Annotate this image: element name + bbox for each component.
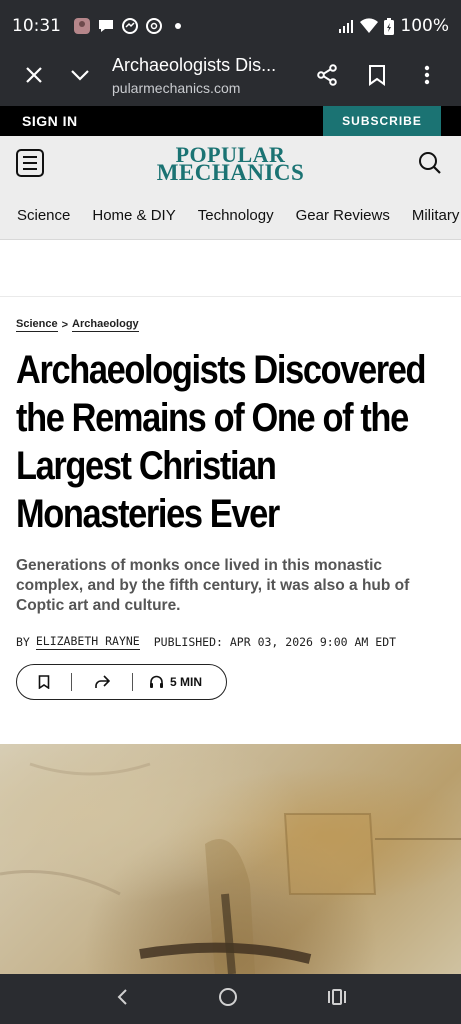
recents-button[interactable]	[327, 988, 347, 1010]
screen: 10:31 100% Archaeologists Dis... pularme…	[0, 0, 461, 1024]
home-button[interactable]	[218, 987, 238, 1012]
signal-icon	[339, 20, 354, 33]
bookmark-button[interactable]	[357, 55, 397, 95]
listen-button[interactable]: 5 MIN	[133, 664, 218, 700]
byline: BY ELIZABETH RAYNE PUBLISHED: APR 03, 20…	[16, 634, 446, 650]
battery-icon	[384, 17, 395, 35]
subscribe-button[interactable]: SUBSCRIBE	[323, 106, 441, 136]
ad-space	[0, 241, 461, 297]
share-button[interactable]	[307, 55, 347, 95]
nav-item-technology[interactable]: Technology	[198, 207, 274, 224]
system-nav-bar	[0, 974, 461, 1024]
publish-date: PUBLISHED: APR 03, 2026 9:00 AM EDT	[153, 635, 397, 649]
chevron-down-icon	[71, 70, 89, 81]
status-right: 100%	[338, 16, 449, 36]
breadcrumb-separator: >	[61, 319, 69, 331]
home-circle-icon	[218, 987, 237, 1006]
listen-duration: 5 MIN	[170, 675, 203, 689]
photo-notification-icon	[74, 18, 90, 34]
breadcrumb: Science > Archaeology	[16, 318, 446, 332]
bookmark-icon	[369, 65, 385, 86]
article-dek: Generations of monks once lived in this …	[16, 557, 410, 614]
search-icon	[419, 152, 441, 174]
page-title: Archaeologists Dis...	[112, 54, 277, 75]
back-button[interactable]	[115, 988, 129, 1011]
hero-image[interactable]	[0, 744, 461, 974]
nav-item-science[interactable]: Science	[17, 207, 70, 224]
site-logo[interactable]: POPULAR MECHANICS	[0, 144, 461, 185]
site-header: POPULAR MECHANICS	[0, 136, 461, 192]
page-title-block[interactable]: Archaeologists Dis... pularmechanics.com	[100, 55, 299, 96]
notification-icons	[73, 17, 181, 35]
minimize-button[interactable]	[60, 55, 100, 95]
close-icon	[26, 67, 42, 83]
back-chevron-icon	[117, 988, 127, 1005]
sign-in-link[interactable]: SIGN IN	[22, 113, 78, 129]
search-button[interactable]	[417, 150, 445, 178]
share-arrow-icon	[95, 675, 110, 688]
close-tab-button[interactable]	[14, 55, 54, 95]
breadcrumb-archaeology[interactable]: Archaeology	[72, 318, 139, 332]
chat-bubble-icon	[99, 20, 113, 32]
threads-icon	[146, 18, 162, 34]
author-link[interactable]: ELIZABETH RAYNE	[35, 634, 140, 650]
recents-icon	[327, 988, 346, 1005]
more-options-button[interactable]	[407, 55, 447, 95]
stone-wall-texture	[0, 762, 461, 974]
article-actions: 5 MIN	[16, 664, 227, 700]
section-nav: Science Home & DIY Technology Gear Revie…	[0, 192, 461, 240]
bookmark-icon	[38, 675, 50, 689]
browser-toolbar: Archaeologists Dis... pularmechanics.com	[0, 44, 461, 106]
battery-percent: 100%	[400, 16, 449, 36]
status-time: 10:31	[12, 16, 61, 36]
nav-item-home-diy[interactable]: Home & DIY	[92, 207, 175, 224]
messenger-icon	[122, 18, 138, 34]
nav-item-military[interactable]: Military	[412, 207, 460, 224]
share-article-button[interactable]	[72, 664, 132, 700]
nav-item-gear-reviews[interactable]: Gear Reviews	[296, 207, 390, 224]
account-bar: SIGN IN SUBSCRIBE	[0, 106, 461, 136]
headphones-icon	[150, 675, 163, 688]
article-headline: Archaeologists Discovered the Remains of…	[16, 348, 427, 536]
logo-line-2: MECHANICS	[156, 160, 305, 185]
more-notifications-dot	[175, 23, 181, 29]
wifi-icon	[360, 18, 379, 33]
page-url: pularmechanics.com	[112, 79, 241, 96]
more-vertical-icon	[424, 65, 430, 85]
save-article-button[interactable]	[17, 664, 71, 700]
share-icon	[317, 64, 337, 86]
breadcrumb-science[interactable]: Science	[16, 318, 58, 332]
article-header: Science > Archaeology Archaeologists Dis…	[16, 318, 446, 700]
byline-prefix: BY	[16, 635, 30, 649]
